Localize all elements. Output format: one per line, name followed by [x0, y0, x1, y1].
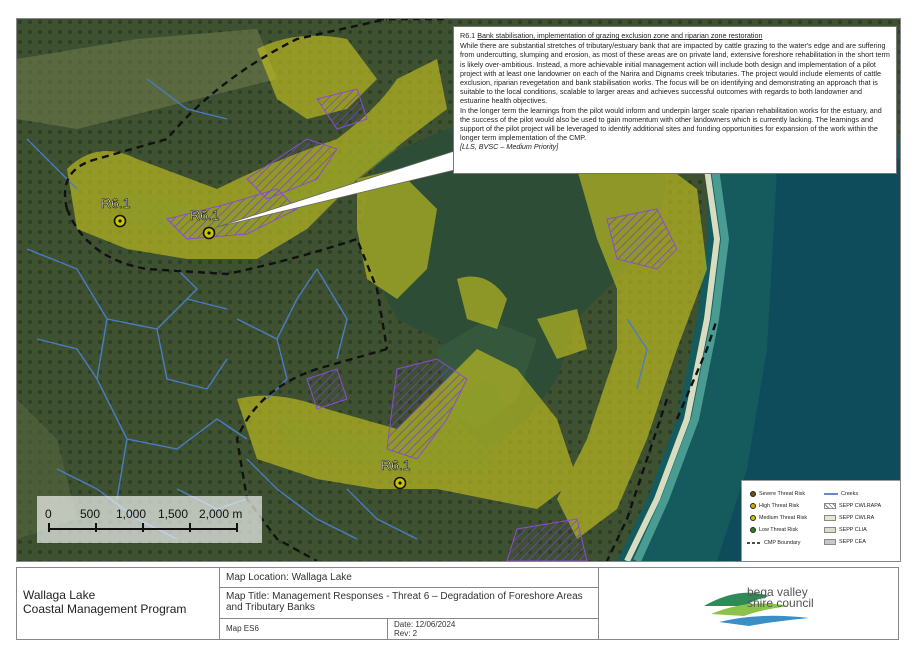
- callout-para-1: While there are substantial stretches of…: [460, 41, 890, 106]
- creek-line-icon: [824, 493, 838, 495]
- callout-box: R6.1 Bank stabilisation, implementation …: [453, 26, 897, 174]
- medium-dot-icon: [750, 515, 756, 521]
- title-block: Wallaga Lake Coastal Management Program …: [16, 567, 899, 640]
- high-dot-icon: [750, 503, 756, 509]
- legend-cwlrapa: SEPP CWLRAPA: [824, 503, 881, 509]
- map-location: Map Location: Wallaga Lake: [220, 568, 599, 588]
- marker-label: R6.1: [101, 195, 131, 211]
- swatch-icon: [824, 515, 836, 521]
- marker-r61-central[interactable]: [202, 226, 216, 240]
- callout-heading: R6.1 Bank stabilisation, implementation …: [460, 31, 890, 40]
- marker-r61-south[interactable]: [393, 476, 407, 490]
- severe-dot-icon: [750, 491, 756, 497]
- scale-ticks: [48, 523, 238, 532]
- legend-high: High Threat Risk: [750, 503, 799, 509]
- legend-low: Low Threat Risk: [750, 527, 798, 533]
- marker-label: R6.1: [190, 207, 220, 223]
- map-title: Map Title: Management Responses - Threat…: [220, 588, 599, 619]
- legend-severe: Severe Threat Risk: [750, 491, 805, 497]
- legend-cea: SEPP CEA: [824, 539, 866, 545]
- legend-cla: SEPP CLIA: [824, 527, 867, 533]
- council-logo: bega valley shire council: [599, 568, 898, 639]
- scale-bar: 0 500 1,000 1,500 2,000 m: [37, 496, 262, 543]
- legend-cwlra: SEPP CWLRA: [824, 515, 874, 521]
- legend-creeks: Creeks: [824, 491, 858, 497]
- map-sheet: R6.1 R6.1 R6.1 R6.1 Bank stabilisation, …: [0, 0, 918, 649]
- legend-boundary: CMP Boundary: [747, 540, 800, 546]
- swatch-icon: [824, 539, 836, 545]
- project-name: Wallaga Lake Coastal Management Program: [17, 568, 220, 639]
- swatch-icon: [824, 527, 836, 533]
- marker-label: R6.1: [381, 457, 411, 473]
- low-dot-icon: [750, 527, 756, 533]
- callout-title: Bank stabilisation, implementation of gr…: [477, 31, 763, 40]
- legend-medium: Medium Threat Risk: [750, 515, 807, 521]
- callout-priority: [LLS, BVSC – Medium Priority]: [460, 142, 559, 152]
- hatch-swatch-icon: [824, 503, 836, 509]
- map-number: Map ES6: [220, 619, 388, 639]
- dashed-line-icon: [747, 542, 761, 544]
- date-rev: Date: 12/06/2024 Rev: 2: [388, 619, 599, 639]
- logo-text: bega valley shire council: [747, 585, 814, 610]
- map-legend: Severe Threat Risk High Threat Risk Medi…: [741, 480, 900, 561]
- callout-ref: R6.1: [460, 31, 476, 40]
- marker-r61-west[interactable]: [113, 214, 127, 228]
- callout-para-2: In the longer term the learnings from th…: [460, 105, 882, 143]
